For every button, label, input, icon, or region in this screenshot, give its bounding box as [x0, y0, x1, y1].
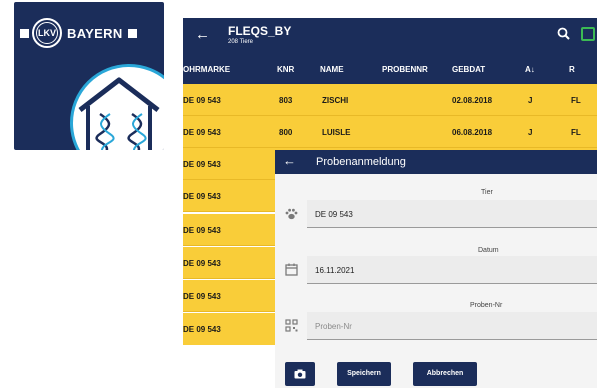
cell-ohrmarke: DE 09 543 [183, 96, 221, 105]
animal-count: 208 Tiere [228, 39, 254, 45]
cell-knr: 803 [279, 96, 293, 105]
column-header-probennr[interactable]: PROBENNR [382, 65, 428, 74]
datum-field[interactable]: 16.11.2021 [307, 256, 597, 284]
table-header: OHRMARKE KNR NAME PROBENNR GEBDAT A↓ R [183, 54, 597, 84]
column-header-knr[interactable]: KNR [277, 65, 294, 74]
cell-r: FL [571, 96, 581, 105]
column-header-ohrmarke[interactable]: OHRMARKE [183, 65, 230, 74]
column-header-a[interactable]: A↓ [525, 65, 535, 74]
camera-icon [294, 369, 306, 379]
app-screen: ← FLEQS_BY 208 Tiere OHRMARKE KNR NAME P… [183, 18, 597, 388]
column-header-gebdat[interactable]: GEBDAT [452, 65, 485, 74]
app-icon: LKV BAYERN [14, 2, 164, 150]
logo-brand-text: BAYERN [67, 25, 123, 41]
qr-code-icon[interactable] [285, 319, 298, 332]
house-dna-icon [78, 77, 160, 150]
cell-r: FL [571, 128, 581, 137]
cell-ohrmarke: DE 09 543 [183, 160, 221, 169]
column-header-r[interactable]: R [569, 65, 575, 74]
back-arrow-icon[interactable]: ← [195, 26, 210, 43]
cell-gebdat: 02.08.2018 [452, 96, 493, 105]
cell-a: J [528, 96, 533, 105]
probenanmeldung-dialog: ← Probenanmeldung Tier DE 09 543 Datum 1… [275, 150, 597, 388]
datum-label: Datum [478, 247, 499, 254]
cell-ohrmarke: DE 09 543 [183, 226, 221, 235]
dialog-back-arrow-icon[interactable]: ← [283, 153, 296, 168]
column-header-name[interactable]: NAME [320, 65, 344, 74]
proben-nr-label: Proben-Nr [470, 302, 503, 309]
cancel-button[interactable]: Abbrechen [413, 362, 477, 386]
dialog-title: Probenanmeldung [316, 156, 406, 168]
search-icon[interactable] [557, 27, 570, 40]
proben-nr-input[interactable]: Proben-Nr [307, 312, 597, 340]
cell-a: J [528, 128, 533, 137]
logo-square-left [20, 28, 29, 38]
save-button[interactable]: Speichern [337, 362, 391, 386]
cell-name: LUISLE [322, 128, 351, 137]
table-row[interactable]: DE 09 543 803 ZISCHI 02.08.2018 J FL [183, 84, 597, 116]
cell-ohrmarke: DE 09 543 [183, 325, 221, 334]
dialog-header: ← Probenanmeldung [275, 150, 597, 174]
logo-square-right [127, 28, 137, 38]
table-row[interactable]: DE 09 543 800 LUISLE 06.08.2018 J FL [183, 116, 597, 148]
calendar-icon [285, 263, 298, 276]
tier-field[interactable]: DE 09 543 [307, 200, 597, 228]
top-app-bar: ← FLEQS_BY 208 Tiere [183, 18, 597, 54]
cell-knr: 800 [279, 128, 293, 137]
page-title: FLEQS_BY [228, 24, 292, 38]
cell-ohrmarke: DE 09 543 [183, 192, 221, 201]
camera-button[interactable] [285, 362, 315, 386]
paw-icon [285, 208, 298, 220]
lkv-logo-mark: LKV [32, 18, 62, 48]
cell-ohrmarke: DE 09 543 [183, 259, 221, 268]
cell-ohrmarke: DE 09 543 [183, 128, 221, 137]
cell-ohrmarke: DE 09 543 [183, 292, 221, 301]
tier-label: Tier [481, 189, 493, 196]
cell-gebdat: 06.08.2018 [452, 128, 493, 137]
lkv-logo: LKV BAYERN [20, 18, 137, 48]
gallery-icon[interactable] [581, 27, 595, 41]
cell-name: ZISCHI [322, 96, 349, 105]
lkv-logo-text: LKV [38, 28, 56, 38]
